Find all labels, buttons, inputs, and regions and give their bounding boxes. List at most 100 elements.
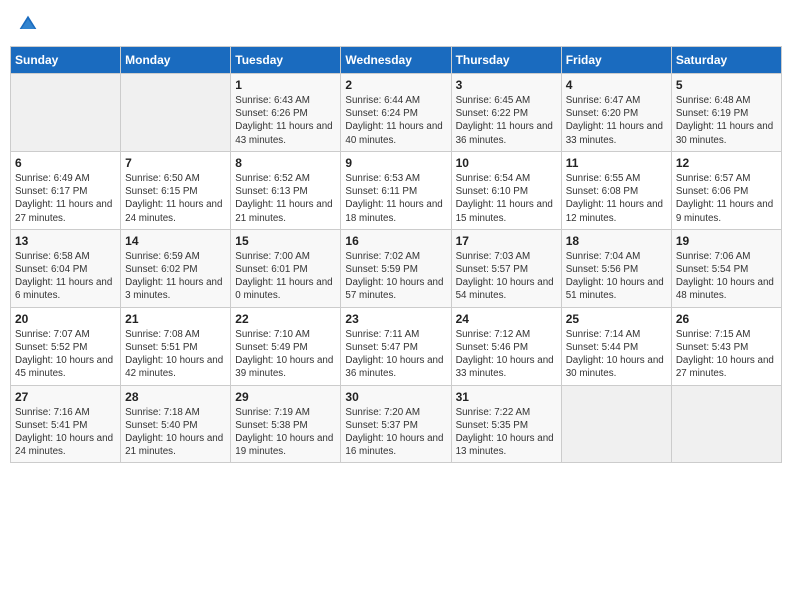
page-header (10, 10, 782, 38)
day-number: 2 (345, 78, 446, 92)
day-info: Sunrise: 6:48 AM Sunset: 6:19 PM Dayligh… (676, 94, 777, 147)
day-number: 29 (235, 390, 336, 404)
day-info: Sunrise: 7:15 AM Sunset: 5:43 PM Dayligh… (676, 328, 777, 381)
day-number: 25 (566, 312, 667, 326)
day-number: 16 (345, 234, 446, 248)
day-number: 24 (456, 312, 557, 326)
day-info: Sunrise: 6:49 AM Sunset: 6:17 PM Dayligh… (15, 172, 116, 225)
day-number: 6 (15, 156, 116, 170)
day-cell: 2 Sunrise: 6:44 AM Sunset: 6:24 PM Daylig… (341, 74, 451, 152)
day-number: 18 (566, 234, 667, 248)
week-row-2: 13 Sunrise: 6:58 AM Sunset: 6:04 PM Dayli… (11, 229, 782, 307)
day-number: 5 (676, 78, 777, 92)
day-cell: 13 Sunrise: 6:58 AM Sunset: 6:04 PM Dayli… (11, 229, 121, 307)
day-cell: 18 Sunrise: 7:04 AM Sunset: 5:56 PM Dayli… (561, 229, 671, 307)
day-number: 1 (235, 78, 336, 92)
day-info: Sunrise: 7:14 AM Sunset: 5:44 PM Dayligh… (566, 328, 667, 381)
header-wednesday: Wednesday (341, 47, 451, 74)
day-cell (561, 385, 671, 463)
day-number: 10 (456, 156, 557, 170)
day-number: 22 (235, 312, 336, 326)
day-cell: 31Sunrise: 7:22 AM Sunset: 5:35 PM Dayli… (451, 385, 561, 463)
day-cell: 6 Sunrise: 6:49 AM Sunset: 6:17 PM Daylig… (11, 151, 121, 229)
day-number: 19 (676, 234, 777, 248)
day-cell: 19 Sunrise: 7:06 AM Sunset: 5:54 PM Dayli… (671, 229, 781, 307)
header-friday: Friday (561, 47, 671, 74)
day-info: Sunrise: 6:57 AM Sunset: 6:06 PM Dayligh… (676, 172, 777, 225)
day-info: Sunrise: 7:19 AM Sunset: 5:38 PM Dayligh… (235, 406, 336, 459)
calendar-header: SundayMondayTuesdayWednesdayThursdayFrid… (11, 47, 782, 74)
day-number: 21 (125, 312, 226, 326)
day-number: 28 (125, 390, 226, 404)
header-thursday: Thursday (451, 47, 561, 74)
week-row-1: 6 Sunrise: 6:49 AM Sunset: 6:17 PM Daylig… (11, 151, 782, 229)
day-cell: 24 Sunrise: 7:12 AM Sunset: 5:46 PM Dayli… (451, 307, 561, 385)
day-cell: 1 Sunrise: 6:43 AM Sunset: 6:26 PM Daylig… (231, 74, 341, 152)
day-cell: 11 Sunrise: 6:55 AM Sunset: 6:08 PM Dayli… (561, 151, 671, 229)
day-number: 7 (125, 156, 226, 170)
day-number: 17 (456, 234, 557, 248)
day-info: Sunrise: 7:20 AM Sunset: 5:37 PM Dayligh… (345, 406, 446, 459)
logo (18, 14, 42, 34)
day-number: 31 (456, 390, 557, 404)
header-sunday: Sunday (11, 47, 121, 74)
day-info: Sunrise: 7:10 AM Sunset: 5:49 PM Dayligh… (235, 328, 336, 381)
calendar-table: SundayMondayTuesdayWednesdayThursdayFrid… (10, 46, 782, 463)
day-info: Sunrise: 6:59 AM Sunset: 6:02 PM Dayligh… (125, 250, 226, 303)
header-tuesday: Tuesday (231, 47, 341, 74)
day-number: 26 (676, 312, 777, 326)
day-cell: 26 Sunrise: 7:15 AM Sunset: 5:43 PM Dayli… (671, 307, 781, 385)
day-cell: 22 Sunrise: 7:10 AM Sunset: 5:49 PM Dayli… (231, 307, 341, 385)
day-cell: 12 Sunrise: 6:57 AM Sunset: 6:06 PM Dayli… (671, 151, 781, 229)
day-number: 27 (15, 390, 116, 404)
week-row-3: 20 Sunrise: 7:07 AM Sunset: 5:52 PM Dayli… (11, 307, 782, 385)
day-info: Sunrise: 6:45 AM Sunset: 6:22 PM Dayligh… (456, 94, 557, 147)
day-info: Sunrise: 7:04 AM Sunset: 5:56 PM Dayligh… (566, 250, 667, 303)
day-number: 11 (566, 156, 667, 170)
day-cell: 27 Sunrise: 7:16 AM Sunset: 5:41 PM Dayli… (11, 385, 121, 463)
day-info: Sunrise: 7:11 AM Sunset: 5:47 PM Dayligh… (345, 328, 446, 381)
day-info: Sunrise: 6:54 AM Sunset: 6:10 PM Dayligh… (456, 172, 557, 225)
day-info: Sunrise: 6:50 AM Sunset: 6:15 PM Dayligh… (125, 172, 226, 225)
day-cell: 15Sunrise: 7:00 AM Sunset: 6:01 PM Dayli… (231, 229, 341, 307)
day-info: Sunrise: 6:58 AM Sunset: 6:04 PM Dayligh… (15, 250, 116, 303)
logo-icon (18, 14, 38, 34)
day-cell: 20 Sunrise: 7:07 AM Sunset: 5:52 PM Dayli… (11, 307, 121, 385)
day-number: 15 (235, 234, 336, 248)
day-number: 20 (15, 312, 116, 326)
week-row-0: 1 Sunrise: 6:43 AM Sunset: 6:26 PM Daylig… (11, 74, 782, 152)
day-cell: 23Sunrise: 7:11 AM Sunset: 5:47 PM Dayli… (341, 307, 451, 385)
day-info: Sunrise: 7:06 AM Sunset: 5:54 PM Dayligh… (676, 250, 777, 303)
day-info: Sunrise: 7:16 AM Sunset: 5:41 PM Dayligh… (15, 406, 116, 459)
day-number: 13 (15, 234, 116, 248)
day-info: Sunrise: 6:44 AM Sunset: 6:24 PM Dayligh… (345, 94, 446, 147)
header-saturday: Saturday (671, 47, 781, 74)
day-number: 4 (566, 78, 667, 92)
day-cell (121, 74, 231, 152)
day-info: Sunrise: 7:18 AM Sunset: 5:40 PM Dayligh… (125, 406, 226, 459)
day-info: Sunrise: 6:53 AM Sunset: 6:11 PM Dayligh… (345, 172, 446, 225)
day-info: Sunrise: 7:12 AM Sunset: 5:46 PM Dayligh… (456, 328, 557, 381)
day-cell: 4 Sunrise: 6:47 AM Sunset: 6:20 PM Daylig… (561, 74, 671, 152)
day-cell: 3Sunrise: 6:45 AM Sunset: 6:22 PM Daylig… (451, 74, 561, 152)
day-number: 30 (345, 390, 446, 404)
day-cell: 9Sunrise: 6:53 AM Sunset: 6:11 PM Daylig… (341, 151, 451, 229)
day-cell: 17 Sunrise: 7:03 AM Sunset: 5:57 PM Dayli… (451, 229, 561, 307)
day-cell: 14Sunrise: 6:59 AM Sunset: 6:02 PM Dayli… (121, 229, 231, 307)
header-monday: Monday (121, 47, 231, 74)
day-info: Sunrise: 6:43 AM Sunset: 6:26 PM Dayligh… (235, 94, 336, 147)
day-cell: 8Sunrise: 6:52 AM Sunset: 6:13 PM Daylig… (231, 151, 341, 229)
day-info: Sunrise: 6:47 AM Sunset: 6:20 PM Dayligh… (566, 94, 667, 147)
week-row-4: 27 Sunrise: 7:16 AM Sunset: 5:41 PM Dayli… (11, 385, 782, 463)
day-cell: 25 Sunrise: 7:14 AM Sunset: 5:44 PM Dayli… (561, 307, 671, 385)
day-number: 12 (676, 156, 777, 170)
day-cell: 10 Sunrise: 6:54 AM Sunset: 6:10 PM Dayli… (451, 151, 561, 229)
day-info: Sunrise: 7:07 AM Sunset: 5:52 PM Dayligh… (15, 328, 116, 381)
day-cell: 16 Sunrise: 7:02 AM Sunset: 5:59 PM Dayli… (341, 229, 451, 307)
day-info: Sunrise: 7:03 AM Sunset: 5:57 PM Dayligh… (456, 250, 557, 303)
day-cell: 29 Sunrise: 7:19 AM Sunset: 5:38 PM Dayli… (231, 385, 341, 463)
day-info: Sunrise: 6:55 AM Sunset: 6:08 PM Dayligh… (566, 172, 667, 225)
day-number: 8 (235, 156, 336, 170)
header-row: SundayMondayTuesdayWednesdayThursdayFrid… (11, 47, 782, 74)
day-info: Sunrise: 7:02 AM Sunset: 5:59 PM Dayligh… (345, 250, 446, 303)
